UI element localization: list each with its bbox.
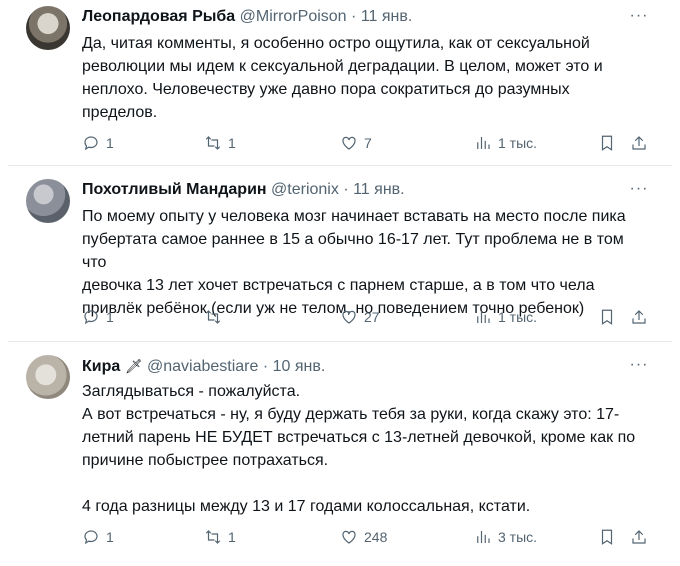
author-name[interactable]: Леопардовая Рыба: [82, 8, 235, 25]
author-name[interactable]: Похотливый Мандарин: [82, 181, 267, 198]
retweet-icon: [205, 136, 221, 150]
action-bar: 1 27 1 тыс.: [82, 306, 652, 328]
views-icon: [477, 137, 490, 149]
tweet[interactable]: Леопардовая Рыба @MirrorPoison · 11 янв.…: [0, 0, 680, 163]
like-count: 27: [364, 309, 380, 325]
like-button[interactable]: 27: [340, 306, 380, 328]
retweet-icon: [205, 530, 221, 544]
more-options-icon[interactable]: ···: [628, 181, 650, 201]
tweet-date[interactable]: 10 янв.: [273, 358, 326, 375]
tweet-text-line: А вот встречаться - ну, я буду держать т…: [82, 406, 620, 423]
tweet-text-line: пубертата самое раннее в 15 а обычно 16-…: [82, 231, 624, 271]
like-icon: [342, 136, 356, 150]
reply-button[interactable]: 1: [82, 526, 114, 548]
tweet-header: Похотливый Мандарин @terionix · 11 янв.: [82, 179, 650, 201]
retweet-button[interactable]: [204, 306, 228, 328]
separator-dot: ·: [262, 358, 269, 375]
retweet-count: 1: [228, 529, 236, 545]
dagger-emoji: 🗡: [124, 358, 143, 374]
tweet-text-line: пределов.: [82, 104, 158, 121]
avatar[interactable]: [26, 355, 70, 399]
retweet-icon: [205, 310, 221, 324]
tweet-feed: Леопардовая Рыба @MirrorPoison · 11 янв.…: [0, 0, 680, 566]
share-icon: [632, 136, 646, 150]
views-count: 1 тыс.: [498, 135, 538, 151]
separator-dot: ·: [343, 181, 349, 198]
views-button[interactable]: 1 тыс.: [474, 132, 537, 154]
like-count: 248: [364, 529, 388, 545]
more-options-icon[interactable]: ···: [628, 8, 650, 28]
reply-icon: [84, 310, 98, 325]
bookmark-icon: [601, 135, 613, 151]
share-icon: [632, 310, 646, 324]
tweet-divider: [8, 165, 672, 166]
tweet-text-line: революции мы идем к сексуальной деградац…: [82, 58, 603, 75]
tweet-header: Леопардовая Рыба @MirrorPoison · 11 янв.: [82, 6, 650, 28]
bookmark-icon: [601, 309, 613, 325]
like-icon: [342, 310, 356, 324]
share-button[interactable]: [630, 306, 648, 328]
tweet-text: Заглядываться - пожалуйста. А вот встреч…: [82, 380, 642, 518]
views-count: 1 тыс.: [498, 309, 538, 325]
action-bar: 1 1 248 3 тыс.: [82, 526, 652, 548]
tweet-divider: [8, 341, 672, 342]
bookmark-icon: [601, 529, 613, 545]
reply-button[interactable]: 1: [82, 306, 114, 328]
tweet-text: Да, читая комменты, я особенно остро ощу…: [82, 32, 642, 124]
action-bar: 1 1 7 1 тыс.: [82, 132, 652, 154]
separator-dot: ·: [351, 8, 357, 25]
reply-icon: [84, 136, 98, 151]
reply-button[interactable]: 1: [82, 132, 114, 154]
share-button[interactable]: [630, 132, 648, 154]
tweet-text-line: причине побыстрее потрахаться.: [82, 452, 329, 469]
tweet-text-line: летний парень НЕ БУДЕТ встречаться с 13-…: [82, 429, 636, 446]
avatar[interactable]: [26, 179, 70, 223]
tweet[interactable]: Кира 🗡 @naviabestiare · 10 янв. ··· Загл…: [0, 347, 680, 566]
like-icon: [342, 530, 356, 544]
tweet-header: Кира 🗡 @naviabestiare · 10 янв.: [82, 355, 650, 377]
reply-icon: [84, 530, 98, 545]
tweet-text-line: 4 года разницы между 13 и 17 годами коло…: [82, 498, 531, 515]
tweet[interactable]: Похотливый Мандарин @terionix · 11 янв. …: [0, 171, 680, 341]
tweet-date[interactable]: 11 янв.: [353, 181, 405, 198]
bookmark-button[interactable]: [598, 132, 616, 154]
retweet-button[interactable]: 1: [204, 526, 236, 548]
retweet-button[interactable]: 1: [204, 132, 236, 154]
views-icon: [477, 311, 490, 323]
tweet-date[interactable]: 11 янв.: [361, 8, 413, 25]
views-button[interactable]: 1 тыс.: [474, 306, 537, 328]
share-icon: [632, 530, 646, 544]
views-button[interactable]: 3 тыс.: [474, 526, 537, 548]
author-name[interactable]: Кира: [82, 358, 120, 375]
tweet-text-line: Заглядываться - пожалуйста.: [82, 383, 301, 400]
reply-count: 1: [106, 529, 114, 545]
author-handle[interactable]: @MirrorPoison: [240, 8, 347, 25]
avatar[interactable]: [26, 6, 70, 50]
like-button[interactable]: 248: [340, 526, 387, 548]
more-options-icon[interactable]: ···: [628, 357, 650, 377]
reply-count: 1: [106, 135, 114, 151]
tweet-text-line: По моему опыту у человека мозг начинает …: [82, 208, 626, 225]
views-count: 3 тыс.: [498, 529, 538, 545]
tweet-text: По моему опыту у человека мозг начинает …: [82, 205, 642, 320]
bookmark-button[interactable]: [598, 306, 616, 328]
tweet-text-line: девочка 13 лет хочет встречаться с парне…: [82, 277, 595, 294]
retweet-count: 1: [228, 135, 236, 151]
bookmark-button[interactable]: [598, 526, 616, 548]
tweet-text-line: Да, читая комменты, я особенно остро ощу…: [82, 35, 590, 52]
reply-count: 1: [106, 309, 114, 325]
author-handle[interactable]: @terionix: [271, 181, 339, 198]
author-handle[interactable]: @naviabestiare: [147, 358, 258, 375]
like-button[interactable]: 7: [340, 132, 372, 154]
share-button[interactable]: [630, 526, 648, 548]
views-icon: [477, 531, 490, 543]
like-count: 7: [364, 135, 372, 151]
tweet-text-line: неплохо. Человечеству уже давно пора сок…: [82, 81, 570, 98]
